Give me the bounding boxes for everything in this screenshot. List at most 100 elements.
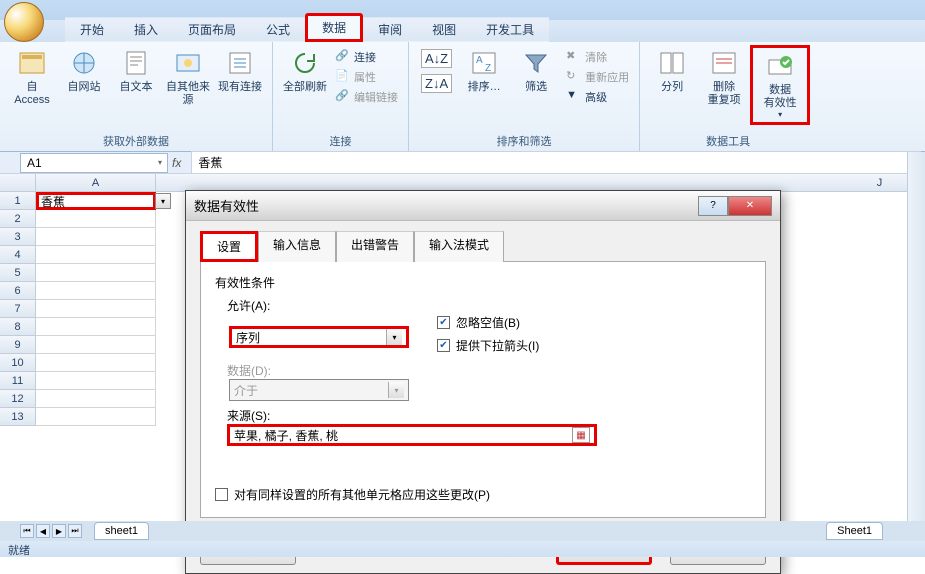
row-header[interactable]: 4: [0, 246, 36, 264]
row-header[interactable]: 6: [0, 282, 36, 300]
sheet-nav-first[interactable]: ⏮: [20, 524, 34, 538]
btn-sort[interactable]: AZ排序…: [458, 45, 510, 96]
fx-icon[interactable]: fx: [162, 156, 191, 170]
sort-icon: AZ: [468, 47, 500, 79]
dialog-close-button[interactable]: ✕: [728, 196, 772, 216]
btn-from-web[interactable]: 自网站: [58, 45, 110, 96]
cell[interactable]: [36, 318, 156, 336]
tab-data[interactable]: 数据: [305, 13, 363, 42]
dialog-titlebar[interactable]: 数据有效性 ? ✕: [186, 191, 780, 221]
source-label: 来源(S):: [227, 407, 751, 424]
formula-row: A1 ▾ fx 香蕉: [0, 152, 925, 174]
row-header[interactable]: 5: [0, 264, 36, 282]
edit-link-icon: 🔗: [335, 89, 351, 105]
sheet-nav-last[interactable]: ⏭: [68, 524, 82, 538]
svg-text:Z: Z: [485, 63, 491, 74]
cell[interactable]: [36, 246, 156, 264]
allow-combo[interactable]: 序列▾: [229, 326, 409, 348]
row-header[interactable]: 7: [0, 300, 36, 318]
btn-clear[interactable]: ✖清除: [562, 47, 633, 67]
tab-home[interactable]: 开始: [65, 17, 119, 42]
chk-ignore-blank[interactable]: ✔: [437, 316, 450, 329]
row-header[interactable]: 9: [0, 336, 36, 354]
btn-remove-duplicates[interactable]: 删除 重复项: [698, 45, 750, 109]
tab-page-layout[interactable]: 页面布局: [173, 17, 251, 42]
dlg-tab-ime[interactable]: 输入法模式: [414, 231, 504, 262]
btn-data-validation[interactable]: 数据 有效性▾: [750, 45, 810, 125]
refresh-icon: [289, 47, 321, 79]
reapply-icon: ↻: [566, 69, 582, 85]
group-label: 数据工具: [646, 131, 810, 151]
sort-asc-icon: A↓Z: [421, 49, 452, 68]
chk-dropdown-label: 提供下拉箭头(I): [456, 337, 539, 354]
office-button[interactable]: [4, 2, 44, 42]
cell[interactable]: [36, 282, 156, 300]
btn-sort-asc[interactable]: A↓Z: [417, 47, 456, 70]
cell[interactable]: [36, 210, 156, 228]
btn-refresh-all[interactable]: 全部刷新: [279, 45, 331, 96]
formula-bar[interactable]: 香蕉: [191, 151, 921, 174]
btn-sort-desc[interactable]: Z↓A: [417, 72, 456, 95]
tab-review[interactable]: 审阅: [363, 17, 417, 42]
sheet-tab[interactable]: sheet1: [94, 522, 149, 540]
cell[interactable]: [36, 228, 156, 246]
btn-from-other[interactable]: 自其他来源: [162, 45, 214, 109]
tab-insert[interactable]: 插入: [119, 17, 173, 42]
row-header[interactable]: 13: [0, 408, 36, 426]
dialog-help-button[interactable]: ?: [698, 196, 728, 216]
row-header[interactable]: 11: [0, 372, 36, 390]
btn-existing-conn[interactable]: 现有连接: [214, 45, 266, 96]
btn-from-access[interactable]: 自 Access: [6, 45, 58, 109]
tab-view[interactable]: 视图: [417, 17, 471, 42]
range-select-icon[interactable]: ▦: [572, 427, 590, 443]
sheet-nav-next[interactable]: ▶: [52, 524, 66, 538]
dlg-tab-settings[interactable]: 设置: [200, 231, 258, 262]
cell[interactable]: [36, 300, 156, 318]
properties-icon: 📄: [335, 69, 351, 85]
dlg-tab-input-msg[interactable]: 输入信息: [258, 231, 336, 262]
group-get-external: 自 Access 自网站 自文本 自其他来源 现有连接 获取外部数据: [0, 42, 273, 151]
row-header[interactable]: 3: [0, 228, 36, 246]
sheet-tab[interactable]: Sheet1: [826, 522, 883, 540]
sheet-tab-bar: ⏮ ◀ ▶ ⏭ sheet1 Sheet1: [0, 521, 925, 541]
chevron-down-icon: ▾: [386, 329, 402, 345]
tab-developer[interactable]: 开发工具: [471, 17, 549, 42]
cell[interactable]: [36, 408, 156, 426]
dropdown-arrow-icon: ▾: [778, 110, 782, 120]
group-label: 排序和筛选: [415, 131, 633, 151]
chevron-down-icon: ▾: [388, 382, 404, 398]
btn-text-to-columns[interactable]: 分列: [646, 45, 698, 96]
chk-apply-all[interactable]: [215, 488, 228, 501]
btn-reapply[interactable]: ↻重新应用: [562, 67, 633, 87]
row-header[interactable]: 2: [0, 210, 36, 228]
tab-formulas[interactable]: 公式: [251, 17, 305, 42]
btn-edit-links[interactable]: 🔗编辑链接: [331, 87, 402, 107]
btn-connections[interactable]: 🔗连接: [331, 47, 402, 67]
cell[interactable]: [36, 336, 156, 354]
cell[interactable]: [36, 372, 156, 390]
chk-dropdown[interactable]: ✔: [437, 339, 450, 352]
btn-filter[interactable]: 筛选: [510, 45, 562, 96]
sort-desc-icon: Z↓A: [421, 74, 452, 93]
cell[interactable]: [36, 354, 156, 372]
row-header[interactable]: 10: [0, 354, 36, 372]
vertical-scrollbar[interactable]: [907, 152, 925, 521]
cell[interactable]: [36, 390, 156, 408]
dlg-tab-error-alert[interactable]: 出错警告: [336, 231, 414, 262]
row-header[interactable]: 8: [0, 318, 36, 336]
text-to-cols-icon: [656, 47, 688, 79]
sheet-nav-prev[interactable]: ◀: [36, 524, 50, 538]
cell-dropdown-icon[interactable]: ▾: [155, 193, 171, 209]
source-input[interactable]: 苹果, 橘子, 香蕉, 桃▦: [227, 424, 597, 446]
row-header[interactable]: 12: [0, 390, 36, 408]
select-all-corner[interactable]: [0, 174, 36, 192]
name-box[interactable]: A1: [20, 153, 168, 173]
row-header[interactable]: 1: [0, 192, 36, 210]
cell[interactable]: [36, 264, 156, 282]
btn-from-text[interactable]: 自文本: [110, 45, 162, 96]
btn-advanced[interactable]: ▼高级: [562, 87, 633, 107]
column-header[interactable]: A: [36, 174, 156, 192]
cell[interactable]: 香蕉▾: [36, 192, 156, 210]
chk-apply-label: 对有同样设置的所有其他单元格应用这些更改(P): [234, 486, 490, 503]
btn-properties[interactable]: 📄属性: [331, 67, 402, 87]
